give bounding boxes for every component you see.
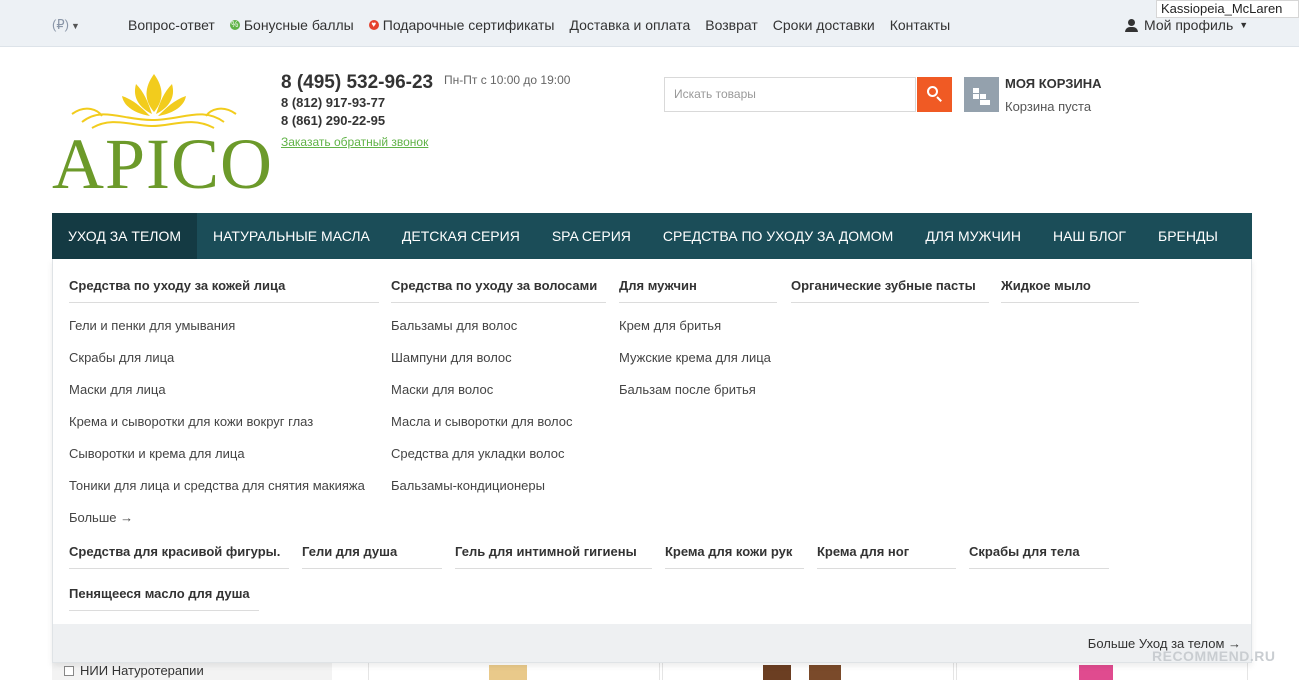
product-image	[809, 665, 841, 680]
nav-item-men[interactable]: ДЛЯ МУЖЧИН	[909, 213, 1037, 259]
heart-icon: ♥	[368, 20, 379, 30]
menu-link[interactable]: Скрабы для лица	[69, 350, 174, 365]
menu-heading-liquid-soap[interactable]: Жидкое мыло	[1001, 278, 1139, 303]
top-link-contacts[interactable]: Контакты	[890, 17, 950, 33]
mega-menu-footer: Больше Уход за телом →	[53, 624, 1251, 662]
cart-title[interactable]: МОЯ КОРЗИНА	[1005, 76, 1102, 91]
nav-item-brands[interactable]: БРЕНДЫ	[1142, 213, 1234, 259]
currency-selector[interactable]: (₽) ▼	[52, 17, 80, 33]
watermark: RECOMMEND.RU	[1152, 648, 1276, 664]
product-card[interactable]	[956, 663, 1248, 680]
product-card[interactable]	[368, 663, 660, 680]
callback-link[interactable]: Заказать обратный звонок	[281, 135, 428, 149]
menu-heading-shower-gels[interactable]: Гели для душа	[302, 544, 442, 569]
search-icon-handle	[936, 96, 942, 102]
sidebar-filter-item[interactable]: НИИ Натуротерапии	[52, 663, 332, 680]
user-icon	[1125, 18, 1138, 32]
logo[interactable]: APICO	[52, 70, 272, 200]
nav-item-blog[interactable]: НАШ БЛОГ	[1037, 213, 1142, 259]
top-link-label: Доставка и оплата	[569, 17, 691, 33]
profile-label: Мой профиль	[1144, 17, 1234, 33]
menu-link[interactable]: Масла и сыворотки для волос	[391, 414, 573, 429]
menu-link[interactable]: Шампуни для волос	[391, 350, 512, 365]
menu-heading-figure[interactable]: Средства для красивой фигуры.	[69, 544, 289, 569]
product-image	[489, 665, 527, 680]
top-link-delivery-times[interactable]: Сроки доставки	[773, 17, 875, 33]
top-links: Вопрос-ответ % Бонусные баллы ♥ Подарочные…	[128, 17, 965, 33]
cart-icon[interactable]	[964, 77, 999, 112]
menu-link[interactable]: Бальзамы для волос	[391, 318, 517, 333]
top-link-gift-cards[interactable]: ♥ Подарочные сертификаты	[368, 17, 555, 33]
percent-icon: %	[229, 20, 240, 30]
menu-heading-shower-oil[interactable]: Пенящееся масло для душа	[69, 586, 259, 611]
main-nav: УХОД ЗА ТЕЛОМ НАТУРАЛЬНЫЕ МАСЛА ДЕТСКАЯ …	[52, 213, 1252, 259]
top-bar: (₽) ▼ Вопрос-ответ % Бонусные баллы ♥ Подар…	[0, 0, 1299, 47]
phone-main[interactable]: 8 (495) 532-96-23	[281, 72, 433, 94]
search-input[interactable]: Искать товары	[664, 77, 916, 112]
cart-status: Корзина пуста	[1005, 99, 1092, 114]
product-card[interactable]	[662, 663, 954, 680]
top-link-label: Подарочные сертификаты	[382, 17, 555, 33]
search-button[interactable]	[917, 77, 952, 112]
top-link-label: Сроки доставки	[772, 17, 875, 33]
menu-heading-men[interactable]: Для мужчин	[619, 278, 777, 303]
menu-link[interactable]: Мужские крема для лица	[619, 350, 771, 365]
nav-item-natural-oils[interactable]: НАТУРАЛЬНЫЕ МАСЛА	[197, 213, 386, 259]
menu-heading-hair-care[interactable]: Средства по уходу за волосами	[391, 278, 606, 303]
phone-spb[interactable]: 8 (812) 917-93-77	[281, 95, 385, 110]
menu-heading-toothpaste[interactable]: Органические зубные пасты	[791, 278, 989, 303]
top-link-returns[interactable]: Возврат	[705, 17, 758, 33]
menu-link[interactable]: Маски для лица	[69, 382, 166, 397]
menu-link[interactable]: Гели и пенки для умывания	[69, 318, 235, 333]
top-link-delivery[interactable]: Доставка и оплата	[570, 17, 691, 33]
profile-menu[interactable]: Мой профиль ▼	[1125, 17, 1248, 33]
product-image	[1079, 665, 1113, 680]
menu-link[interactable]: Сыворотки и крема для лица	[69, 446, 245, 461]
menu-link[interactable]: Бальзам после бритья	[619, 382, 756, 397]
menu-heading-intimate[interactable]: Гель для интимной гигиены	[455, 544, 652, 569]
currency-label: (₽)	[52, 17, 69, 32]
top-link-label: Бонусные баллы	[243, 17, 354, 33]
top-link-bonus[interactable]: % Бонусные баллы	[229, 17, 354, 33]
search-icon	[927, 86, 938, 97]
menu-link[interactable]: Крем для бритья	[619, 318, 721, 333]
menu-link[interactable]: Бальзамы-кондиционеры	[391, 478, 545, 493]
working-hours: Пн-Пт с 10:00 до 19:00	[444, 73, 571, 87]
nav-item-body-care[interactable]: УХОД ЗА ТЕЛОМ	[52, 213, 198, 259]
menu-link[interactable]: Средства для укладки волос	[391, 446, 565, 461]
menu-link[interactable]: Маски для волос	[391, 382, 493, 397]
menu-link[interactable]: Крема и сыворотки для кожи вокруг глаз	[69, 414, 313, 429]
top-link-label: Контакты	[889, 17, 951, 33]
top-link-label: Вопрос-ответ	[128, 17, 215, 33]
nav-item-spa[interactable]: SPA СЕРИЯ	[536, 213, 647, 259]
product-image	[763, 665, 791, 680]
menu-heading-face-care[interactable]: Средства по уходу за кожей лица	[69, 278, 379, 303]
sidebar-filter-label: НИИ Натуротерапии	[80, 663, 204, 678]
menu-heading-foot-cream[interactable]: Крема для ног	[817, 544, 956, 569]
checkbox[interactable]	[64, 666, 74, 676]
menu-more-link[interactable]: Больше →	[69, 510, 133, 525]
logo-text: APICO	[52, 124, 274, 204]
menu-heading-hand-cream[interactable]: Крема для кожи рук	[665, 544, 804, 569]
menu-heading-body-scrubs[interactable]: Скрабы для тела	[969, 544, 1109, 569]
menu-link[interactable]: Тоники для лица и средства для снятия ма…	[69, 478, 365, 493]
mega-menu: Средства по уходу за кожей лица Гели и п…	[52, 259, 1252, 663]
chevron-down-icon: ▼	[70, 21, 80, 31]
watermark-username: Kassiopeia_McLaren	[1156, 0, 1299, 18]
top-link-label: Возврат	[705, 17, 758, 33]
nav-item-home-care[interactable]: СРЕДСТВА ПО УХОДУ ЗА ДОМОМ	[647, 213, 909, 259]
top-link-faq[interactable]: Вопрос-ответ	[128, 17, 215, 33]
chevron-down-icon: ▼	[1239, 20, 1249, 30]
phone-krasnodar[interactable]: 8 (861) 290-22-95	[281, 113, 385, 128]
nav-item-kids[interactable]: ДЕТСКАЯ СЕРИЯ	[386, 213, 536, 259]
